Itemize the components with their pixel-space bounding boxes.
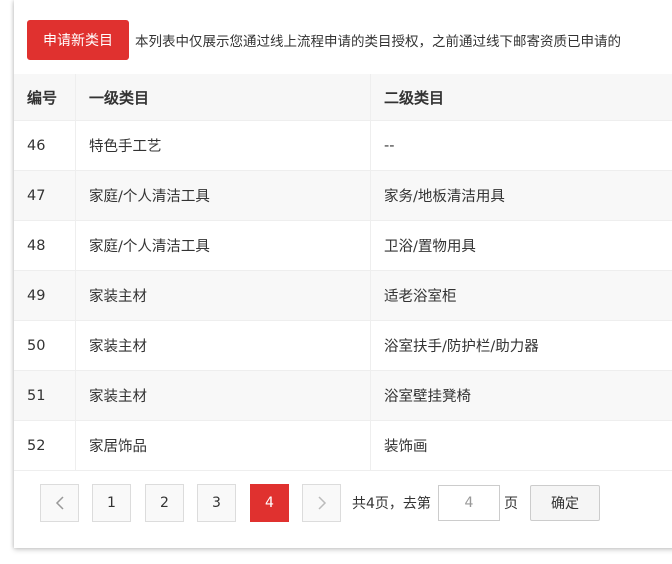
cell-id: 47 xyxy=(14,171,76,220)
cell-level1: 家装主材 xyxy=(76,271,371,320)
chevron-left-icon xyxy=(55,496,64,510)
cell-level2: 浴室扶手/防护栏/助力器 xyxy=(384,339,539,355)
table-row: 47 家庭/个人清洁工具 家务/地板清洁用具 xyxy=(14,171,672,221)
cell-id: 49 xyxy=(14,271,76,320)
column-header-level1: 一级类目 xyxy=(76,74,371,120)
confirm-button[interactable]: 确定 xyxy=(530,485,600,521)
cell-id: 50 xyxy=(14,321,76,370)
page-button-3[interactable]: 3 xyxy=(197,484,236,522)
page-button-2[interactable]: 2 xyxy=(145,484,184,522)
table-row: 50 家装主材 浴室扶手/防护栏/助力器 xyxy=(14,321,672,371)
cell-level2: 适老浴室柜 xyxy=(384,289,457,305)
cell-level2: 卫浴/置物用具 xyxy=(384,239,476,255)
table-row: 51 家装主材 浴室壁挂凳椅 xyxy=(14,371,672,421)
column-header-level2: 二级类目 xyxy=(384,88,445,107)
cell-id: 48 xyxy=(14,221,76,270)
table-row: 48 家庭/个人清洁工具 卫浴/置物用具 xyxy=(14,221,672,271)
cell-level2: -- xyxy=(384,137,395,154)
chevron-right-icon xyxy=(317,496,326,510)
apply-new-category-button[interactable]: 申请新类目 xyxy=(27,20,129,60)
table-row: 49 家装主材 适老浴室柜 xyxy=(14,271,672,321)
column-header-id: 编号 xyxy=(14,74,76,120)
cell-level1: 特色手工艺 xyxy=(76,121,371,170)
total-pages-text: 共4页，去第 xyxy=(352,496,431,512)
category-table: 编号 一级类目 二级类目 46 特色手工艺 -- 47 家庭/个人清洁工具 家务… xyxy=(14,74,672,471)
notice-text: 本列表中仅展示您通过线上流程申请的类目授权，之前通过线下邮寄资质已申请的 xyxy=(135,34,621,50)
table-row: 46 特色手工艺 -- xyxy=(14,121,672,171)
cell-level1: 家装主材 xyxy=(76,321,371,370)
cell-level2: 浴室壁挂凳椅 xyxy=(384,389,471,405)
cell-level1: 家庭/个人清洁工具 xyxy=(76,221,371,270)
category-panel: 申请新类目 本列表中仅展示您通过线上流程申请的类目授权，之前通过线下邮寄资质已申… xyxy=(14,0,672,548)
pagination: 1 2 3 4 共4页，去第 页 确定 xyxy=(14,463,672,548)
cell-level1: 家装主材 xyxy=(76,371,371,420)
cell-level1: 家庭/个人清洁工具 xyxy=(76,171,371,220)
table-header: 编号 一级类目 二级类目 xyxy=(14,74,672,121)
cell-id: 46 xyxy=(14,121,76,170)
page-button-1[interactable]: 1 xyxy=(92,484,131,522)
next-page-button[interactable] xyxy=(302,484,341,522)
cell-id: 51 xyxy=(14,371,76,420)
toolbar: 申请新类目 本列表中仅展示您通过线上流程申请的类目授权，之前通过线下邮寄资质已申… xyxy=(14,0,672,75)
page-button-4[interactable]: 4 xyxy=(250,484,289,522)
prev-page-button[interactable] xyxy=(40,484,79,522)
page-suffix-text: 页 xyxy=(504,496,518,512)
cell-level2: 家务/地板清洁用具 xyxy=(384,189,505,205)
goto-page-input[interactable] xyxy=(438,485,500,521)
